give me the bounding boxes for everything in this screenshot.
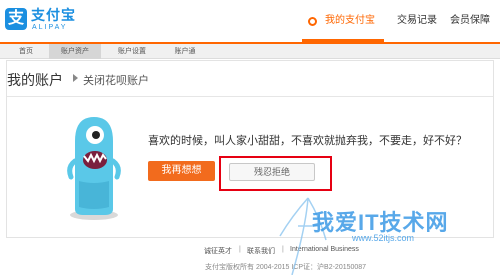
- footer-separator: |: [239, 246, 241, 253]
- subnav-account-assets[interactable]: 账户资产: [49, 44, 101, 59]
- blue-monster-mascot-icon: [67, 117, 121, 220]
- brand-name[interactable]: 支付宝: [31, 5, 76, 25]
- chevron-right-icon: [73, 74, 78, 82]
- nav-label: 我的支付宝: [325, 15, 375, 26]
- nav-trade-records[interactable]: 交易记录: [388, 0, 446, 42]
- sub-navigation: 首页 账户资产 账户设置 账户通: [0, 44, 500, 59]
- title-row: 我的账户 关闭花呗账户: [7, 61, 493, 97]
- subnav-account-settings[interactable]: 账户设置: [106, 44, 158, 59]
- nav-my-alipay[interactable]: 我的支付宝: [300, 0, 386, 42]
- retention-message: 喜欢的时候，叫人家小甜甜，不喜欢就抛弃我，不要走，好不好？: [148, 135, 467, 147]
- watermark-url: www.52itjs.com: [352, 233, 415, 243]
- nav-member-protection[interactable]: 会员保障: [450, 0, 500, 42]
- annotation-highlight-box: [219, 156, 332, 191]
- brand-name-en: ALIPAY: [32, 24, 68, 31]
- breadcrumb: 关闭花呗账户: [83, 75, 149, 87]
- alipay-logo-icon[interactable]: 支: [5, 8, 27, 30]
- page-title: 我的账户: [7, 72, 63, 88]
- top-header: 支 支付宝 ALIPAY 我的支付宝 交易记录 会员保障: [0, 0, 500, 42]
- subnav-home[interactable]: 首页: [6, 44, 46, 59]
- circle-icon: [308, 17, 317, 26]
- reconsider-button[interactable]: 我再想想: [148, 161, 215, 181]
- footer-link-careers[interactable]: 诚征英才: [204, 246, 232, 256]
- subnav-account-link[interactable]: 账户通: [162, 44, 208, 59]
